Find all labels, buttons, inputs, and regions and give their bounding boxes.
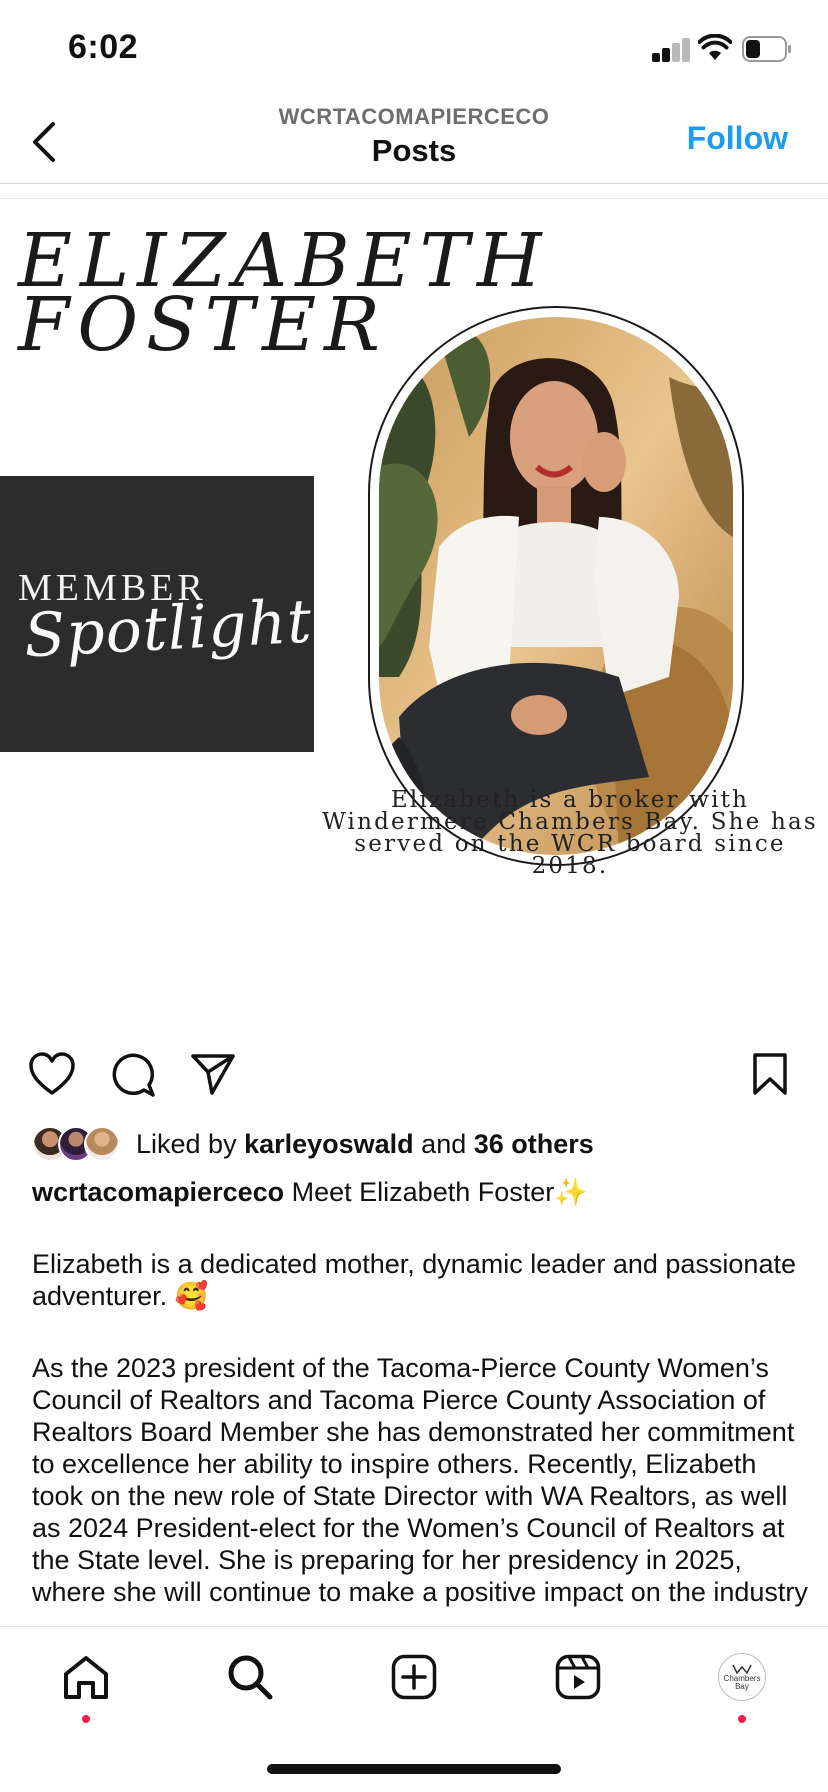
likes-row[interactable]: Liked by karleyoswald and 36 others [32,1124,594,1164]
tab-home[interactable] [56,1647,116,1723]
caption-username[interactable]: wcrtacomapierceco [32,1177,284,1207]
caption-headline: wcrtacomapierceco Meet Elizabeth Foster✨ [32,1176,588,1208]
caption-text: Meet Elizabeth Foster✨ [284,1177,588,1207]
portrait-photo [379,317,733,855]
avatar [84,1126,120,1162]
tab-create[interactable] [384,1647,444,1707]
caption-paragraph-1: Elizabeth is a dedicated mother, dynamic… [32,1249,796,1311]
back-button[interactable] [18,114,68,170]
cellular-signal-icon [652,38,692,62]
wifi-icon [698,34,732,60]
notification-dot [738,1715,746,1723]
portrait-frame [368,306,744,866]
spotlight-label: Spotlight [22,586,314,672]
home-indicator[interactable] [267,1764,561,1774]
follow-button[interactable]: Follow [687,120,788,157]
likes-text: Liked by karleyoswald and 36 others [136,1129,594,1160]
heart-icon[interactable] [28,1052,76,1096]
status-bar: 6:02 [0,0,828,100]
profile-avatar: Chambers Bay [718,1653,766,1701]
bookmark-icon[interactable] [752,1052,788,1096]
header-username[interactable]: WCRTACOMAPIERCECO [214,104,614,130]
post-header: WCRTACOMAPIERCECO Posts Follow [0,100,828,184]
post-action-bar [0,1040,828,1110]
post-image-caption: Elizabeth is a broker with Windermere Ch… [322,787,818,879]
profile-avatar-text-2: Bay [735,1682,749,1691]
share-icon[interactable] [190,1052,236,1096]
post-image[interactable]: ELIZABETH FOSTER MEMBER Spotlight Elizab… [0,199,828,1007]
home-icon [64,1656,108,1699]
search-icon [228,1655,273,1700]
comment-icon[interactable] [110,1052,156,1098]
page-title: Posts [371,133,457,168]
create-icon [391,1654,437,1700]
member-spotlight-box: MEMBER Spotlight [0,476,314,752]
notification-dot [82,1715,90,1723]
tab-profile[interactable]: Chambers Bay [712,1647,772,1723]
tab-search[interactable] [220,1647,280,1707]
liker-avatars [32,1126,124,1162]
likes-prefix: Liked by [136,1128,245,1159]
likes-middle: and [413,1128,474,1159]
header-titles: WCRTACOMAPIERCECO Posts [214,104,614,169]
tab-reels[interactable] [548,1647,608,1707]
likes-count[interactable]: 36 others [474,1129,594,1159]
caption-paragraph-2: As the 2023 president of the Tacoma-Pier… [32,1353,808,1607]
reels-icon [555,1654,601,1700]
chevron-left-icon [33,122,55,162]
battery-icon [742,36,791,62]
liker-username[interactable]: karleyoswald [244,1129,414,1159]
status-time: 6:02 [68,28,139,66]
